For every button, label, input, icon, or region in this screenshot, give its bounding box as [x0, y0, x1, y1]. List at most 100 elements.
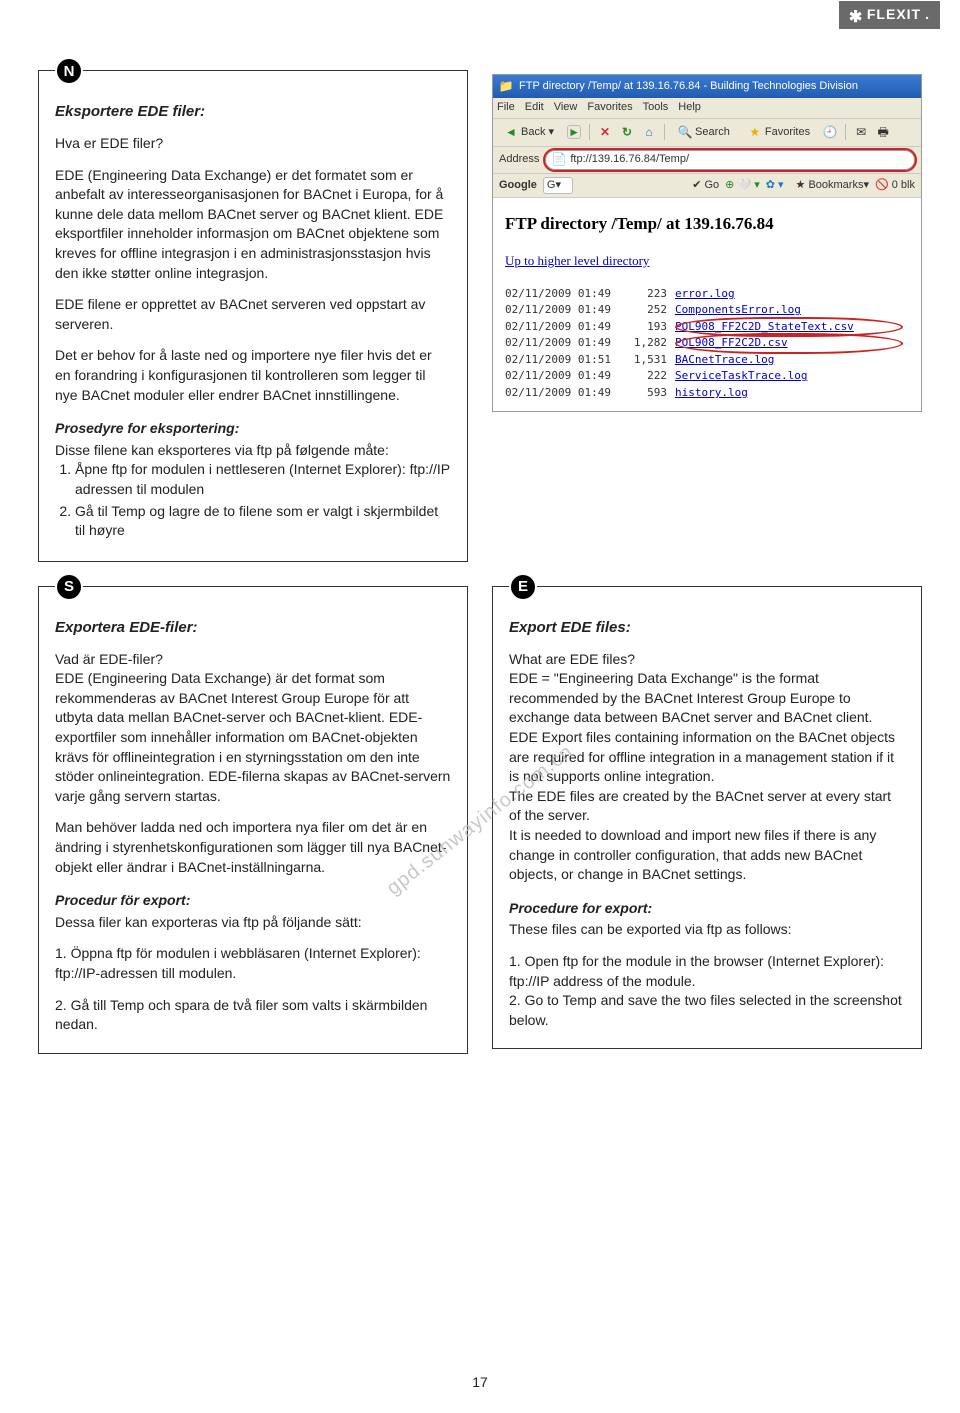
menu-item[interactable]: Edit: [525, 100, 544, 115]
procedure-step: 1. Öppna ftp för modulen i webbläsaren (…: [55, 944, 451, 983]
file-size: 1,531: [625, 352, 675, 369]
ftp-file-row: 02/11/2009 01:511,531BACnetTrace.log: [505, 352, 909, 369]
history-icon[interactable]: 🕘: [823, 125, 837, 139]
file-size: 223: [625, 286, 675, 303]
separator: [589, 124, 590, 140]
file-link[interactable]: ServiceTaskTrace.log: [675, 368, 909, 385]
fan-icon: [849, 8, 863, 22]
section-e: E Export EDE files: What are EDE files? …: [492, 586, 922, 1050]
search-label: Search: [695, 125, 730, 140]
brand-text: FLEXIT: [867, 5, 921, 25]
question-text: Vad är EDE-filer?: [55, 650, 451, 670]
section-badge-s: S: [55, 573, 83, 601]
question-text: What are EDE files?: [509, 650, 905, 670]
ftp-file-row: 02/11/2009 01:491,282POL908_FF2C2D.csv: [505, 335, 909, 352]
forward-icon[interactable]: ►: [567, 125, 581, 139]
google-go-button[interactable]: ✔ Go: [692, 178, 719, 193]
file-link[interactable]: history.log: [675, 385, 909, 402]
body-text: EDE (Engineering Data Exchange) er det f…: [55, 166, 451, 284]
body-text: EDE Export files containing information …: [509, 728, 905, 787]
dropdown-icon: ▾: [548, 125, 554, 140]
ftp-file-row: 02/11/2009 01:49252ComponentsError.log: [505, 302, 909, 319]
section-badge-e: E: [509, 573, 537, 601]
section-n: N Eksportere EDE filer: Hva er EDE filer…: [38, 70, 468, 562]
star-icon: ★: [748, 125, 762, 139]
section-title: Export EDE files:: [509, 617, 905, 638]
back-icon: ◄: [504, 125, 518, 139]
menubar: File Edit View Favorites Tools Help: [493, 98, 921, 118]
page-number: 17: [0, 1373, 960, 1393]
refresh-icon[interactable]: ↻: [620, 125, 634, 139]
page-icon: 📄: [552, 153, 566, 167]
file-date: 02/11/2009 01:49: [505, 368, 625, 385]
procedure-intro: These files can be exported via ftp as f…: [509, 920, 905, 940]
bookmarks-button[interactable]: ★ Bookmarks▾: [796, 178, 869, 193]
file-size: 222: [625, 368, 675, 385]
menu-item[interactable]: Help: [678, 100, 701, 115]
file-size: 593: [625, 385, 675, 402]
page-content: N Eksportere EDE filer: Hva er EDE filer…: [0, 30, 960, 1098]
ftp-file-list: 02/11/2009 01:49223error.log02/11/2009 0…: [505, 286, 909, 402]
stop-icon[interactable]: ✕: [598, 125, 612, 139]
address-label: Address: [499, 152, 539, 167]
search-button[interactable]: 🔍 Search: [673, 123, 735, 142]
file-size: 193: [625, 319, 675, 336]
body-text: EDE (Engineering Data Exchange) är det f…: [55, 669, 451, 806]
menu-item[interactable]: File: [497, 100, 515, 115]
file-date: 02/11/2009 01:49: [505, 302, 625, 319]
question-text: Hva er EDE filer?: [55, 134, 451, 154]
google-more-icon[interactable]: ⊕ 🤍 ▾: [725, 178, 760, 193]
google-toolbar: Google G▾ ✔ Go ⊕ 🤍 ▾ ✿ ▾ ★ Bookmarks▾ 🚫 …: [493, 174, 921, 198]
file-size: 252: [625, 302, 675, 319]
body-text: It is needed to download and import new …: [509, 826, 905, 885]
file-date: 02/11/2009 01:49: [505, 286, 625, 303]
ftp-icon: 📁: [499, 80, 513, 94]
mail-icon[interactable]: ✉: [854, 125, 868, 139]
home-icon[interactable]: ⌂: [642, 125, 656, 139]
favorites-label: Favorites: [765, 125, 810, 140]
body-text: The EDE files are created by the BACnet …: [509, 787, 905, 826]
search-icon: 🔍: [678, 125, 692, 139]
procedure-step: 1. Open ftp for the module in the browse…: [509, 952, 905, 991]
menu-item[interactable]: Tools: [643, 100, 669, 115]
procedure-step: Gå til Temp og lagre de to filene som er…: [75, 502, 451, 541]
file-link[interactable]: BACnetTrace.log: [675, 352, 909, 369]
page-header: FLEXIT.: [0, 0, 960, 30]
toolbar: ◄ Back ▾ ► ✕ ↻ ⌂ 🔍 Search ★: [493, 119, 921, 147]
file-link[interactable]: POL908_FF2C2D.csv: [675, 335, 909, 352]
separator: [845, 124, 846, 140]
ftp-file-row: 02/11/2009 01:49223error.log: [505, 286, 909, 303]
ftp-heading: FTP directory /Temp/ at 139.16.76.84: [505, 212, 909, 236]
procedure-list: Åpne ftp for modulen i nettleseren (Inte…: [75, 460, 451, 540]
google-search-field[interactable]: G▾: [543, 177, 573, 194]
file-link[interactable]: error.log: [675, 286, 909, 303]
file-date: 02/11/2009 01:51: [505, 352, 625, 369]
back-button[interactable]: ◄ Back ▾: [499, 123, 559, 142]
ftp-file-row: 02/11/2009 01:49593history.log: [505, 385, 909, 402]
back-label: Back: [521, 125, 545, 140]
print-icon[interactable]: 🖶: [876, 125, 890, 139]
procedure-intro: Disse filene kan eksporteres via ftp på …: [55, 441, 451, 461]
separator: [664, 124, 665, 140]
menu-item[interactable]: Favorites: [587, 100, 632, 115]
ftp-file-row: 02/11/2009 01:49222ServiceTaskTrace.log: [505, 368, 909, 385]
procedure-heading: Procedur för export:: [55, 891, 451, 911]
body-text: EDE = "Engineering Data Exchange" is the…: [509, 669, 905, 728]
brand-logo: FLEXIT.: [839, 1, 940, 29]
file-date: 02/11/2009 01:49: [505, 319, 625, 336]
address-bar: Address 📄 ftp://139.16.76.84/Temp/: [493, 147, 921, 173]
file-date: 02/11/2009 01:49: [505, 335, 625, 352]
body-text: EDE filene er opprettet av BACnet server…: [55, 295, 451, 334]
file-link[interactable]: ComponentsError.log: [675, 302, 909, 319]
google-settings-icon[interactable]: ✿ ▾: [766, 178, 784, 193]
favorites-button[interactable]: ★ Favorites: [743, 123, 815, 142]
window-titlebar: 📁 FTP directory /Temp/ at 139.16.76.84 -…: [493, 75, 921, 98]
up-level-link[interactable]: Up to higher level directory: [505, 252, 649, 270]
menu-item[interactable]: View: [554, 100, 578, 115]
body-text: Man behöver ladda ned och importera nya …: [55, 818, 451, 877]
file-link[interactable]: POL908_FF2C2D_StateText.csv: [675, 319, 909, 336]
google-label: Google: [499, 178, 537, 193]
popup-blocked-button[interactable]: 🚫 0 blk: [875, 178, 915, 193]
ftp-screenshot: 📁 FTP directory /Temp/ at 139.16.76.84 -…: [492, 74, 922, 412]
address-field[interactable]: 📄 ftp://139.16.76.84/Temp/: [545, 150, 915, 169]
